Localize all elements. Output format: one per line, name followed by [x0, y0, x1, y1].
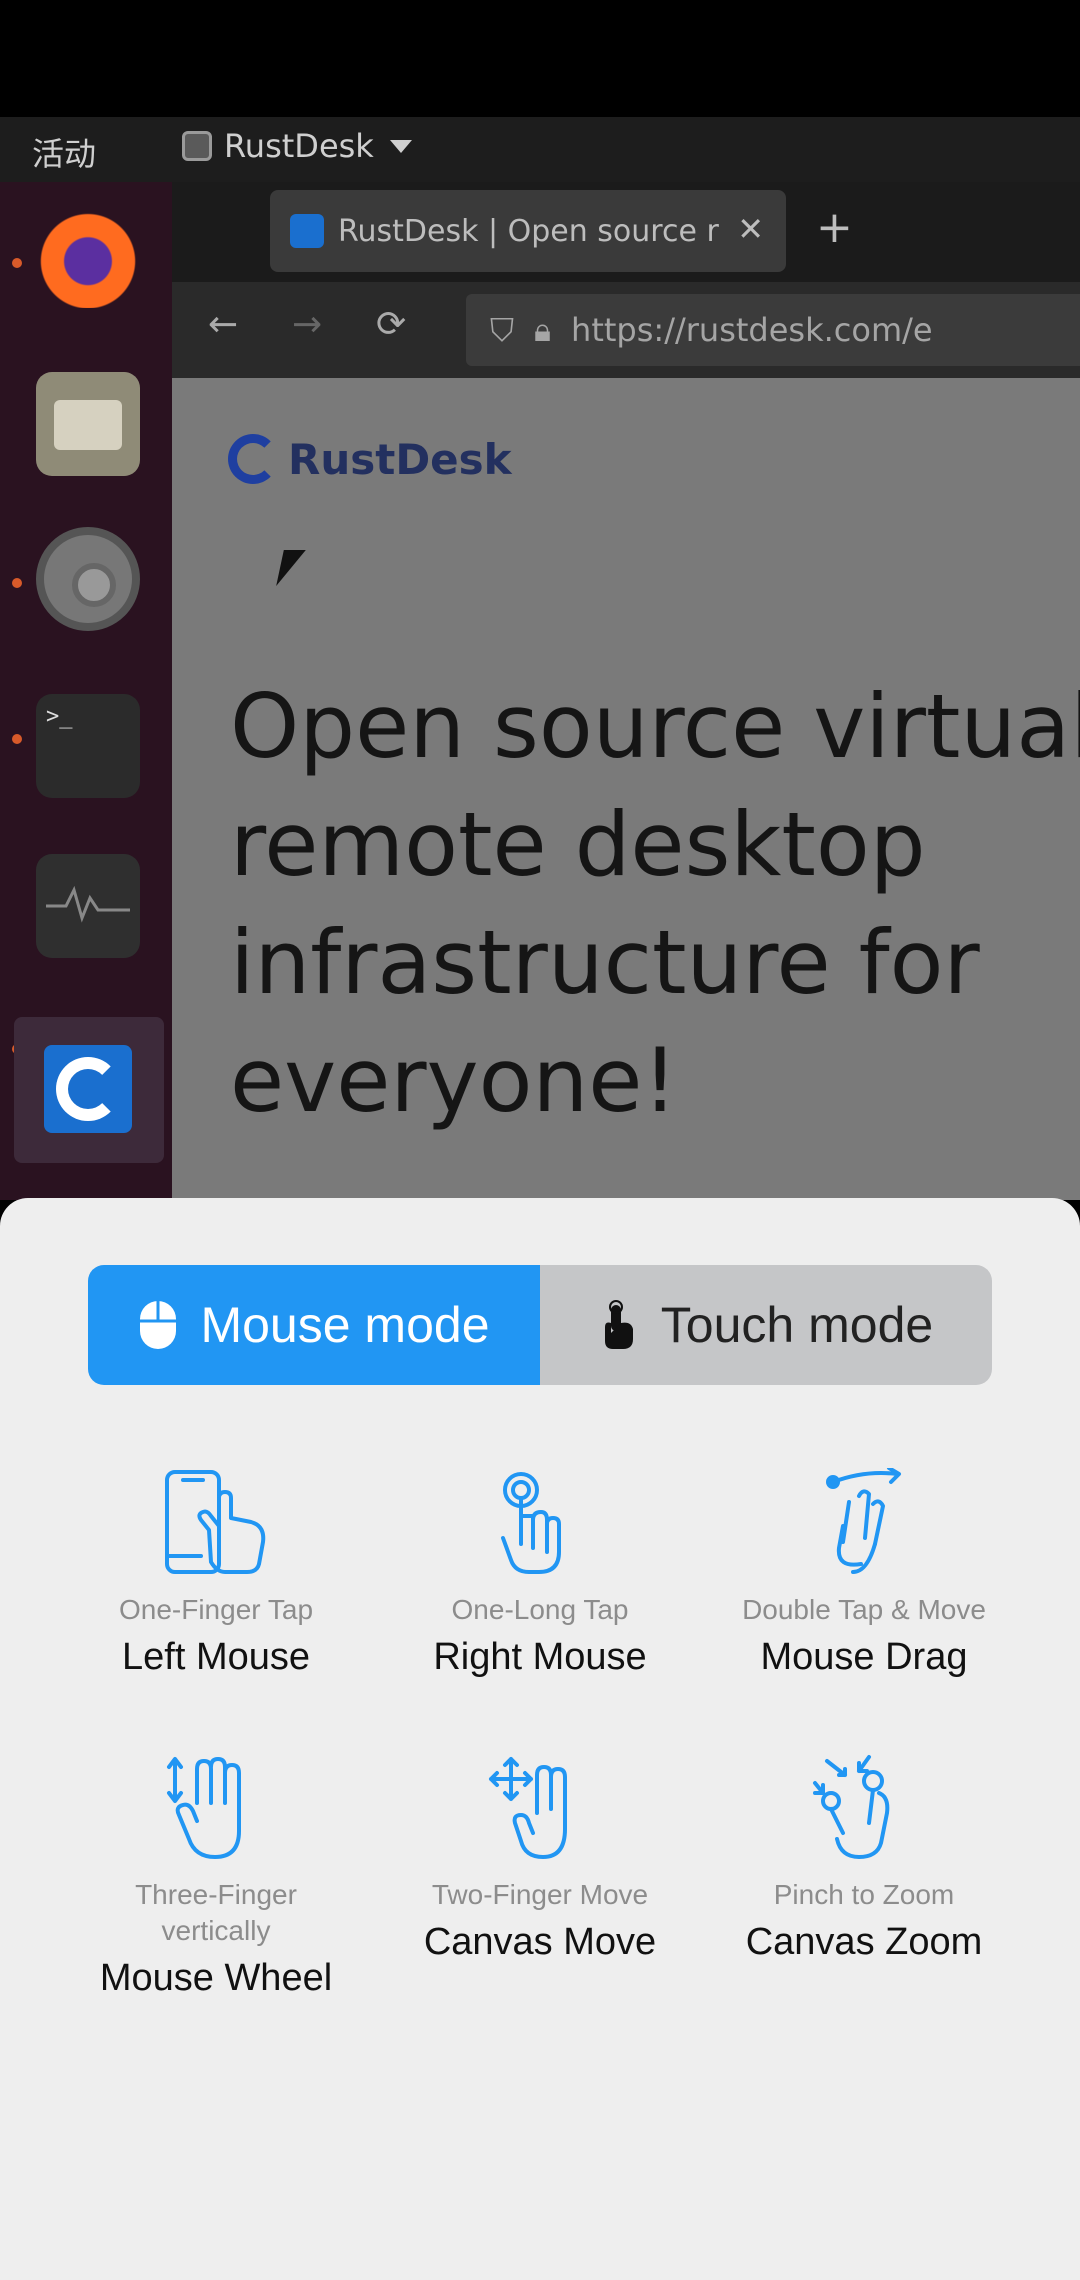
app-menu[interactable]: RustDesk: [182, 127, 412, 165]
files-icon[interactable]: [36, 372, 140, 476]
rustdesk-app-icon: [182, 131, 212, 161]
app-menu-label: RustDesk: [224, 127, 374, 165]
gesture-title: Left Mouse: [122, 1636, 310, 1678]
url-text: https://rustdesk.com/e: [571, 311, 933, 349]
touch-icon: [604, 1300, 633, 1349]
terminal-icon[interactable]: >_: [36, 694, 140, 798]
headline-line: infrastructure for: [230, 911, 980, 1014]
touch-mode-label: Touch mode: [660, 1297, 934, 1353]
gesture-title: Mouse Wheel: [99, 1957, 333, 1999]
gesture-canvas-zoom: Pinch to Zoom Canvas Zoom: [684, 1753, 1044, 1965]
gesture-left-mouse: One-Finger Tap Left Mouse: [36, 1468, 396, 1680]
pinch-zoom-icon: [813, 1755, 890, 1859]
touch-mode-button[interactable]: Touch mode: [540, 1265, 992, 1385]
browser-navbar: ← → ⟳ ⛉ 🔒︎ https://rustdesk.com/e: [172, 282, 1080, 378]
url-bar[interactable]: ⛉ 🔒︎ https://rustdesk.com/e: [466, 294, 1080, 366]
input-mode-toggle[interactable]: Mouse mode Touch mode: [88, 1265, 992, 1385]
running-indicator: [12, 258, 22, 268]
back-icon[interactable]: ←: [208, 304, 238, 345]
gesture-mouse-wheel: Three-Finger vertically Mouse Wheel: [36, 1753, 396, 2001]
long-tap-icon: [501, 1472, 561, 1574]
running-indicator: [12, 734, 22, 744]
activities-button[interactable]: 活动: [32, 129, 96, 175]
headline-line: remote desktop: [230, 793, 926, 896]
gesture-title: Mouse Drag: [760, 1636, 968, 1678]
running-indicator: [12, 578, 22, 588]
gesture-description: Three-Finger vertically: [135, 1879, 297, 1946]
status-bar: [0, 0, 1080, 117]
terminal-prompt: >_: [46, 704, 73, 729]
two-finger-move-icon: [489, 1757, 567, 1859]
tab-title: RustDesk | Open source r: [338, 213, 719, 249]
rustdesk-dock-icon[interactable]: [14, 1017, 164, 1163]
gesture-description: One-Long Tap: [451, 1594, 629, 1625]
browser-tab[interactable]: RustDesk | Open source r ✕: [270, 190, 786, 272]
tab-bar: RustDesk | Open source r ✕ +: [172, 182, 1080, 282]
remote-browser-window[interactable]: RustDesk | Open source r ✕ + ← → ⟳ ⛉ 🔒︎ …: [172, 182, 1080, 1200]
rustdesk-logo[interactable]: RustDesk: [228, 434, 512, 484]
gesture-mouse-drag: Double Tap & Move Mouse Drag: [684, 1468, 1044, 1680]
forward-icon[interactable]: →: [292, 304, 322, 345]
settings-icon[interactable]: [36, 527, 140, 631]
mouse-mode-button[interactable]: Mouse mode: [88, 1265, 540, 1385]
gesture-description: One-Finger Tap: [118, 1594, 314, 1625]
three-finger-icon: [167, 1757, 241, 1859]
remote-session-screen: 活动 RustDesk >_ RustDesk | Open source r …: [0, 0, 1080, 2280]
system-monitor-icon[interactable]: [36, 854, 140, 958]
gesture-title: Right Mouse: [433, 1636, 647, 1678]
gesture-title: Canvas Zoom: [745, 1921, 983, 1963]
gesture-description: Pinch to Zoom: [773, 1879, 955, 1910]
rustdesk-logo-icon: [228, 434, 278, 484]
firefox-icon[interactable]: [36, 204, 140, 308]
headline-line: everyone!: [230, 1029, 678, 1132]
brand-name: RustDesk: [288, 434, 512, 484]
shield-icon: ⛉: [490, 310, 515, 349]
gesture-right-mouse: One-Long Tap Right Mouse: [360, 1468, 720, 1680]
lock-icon: 🔒︎: [534, 310, 552, 349]
headline-line: Open source virtual: [230, 675, 1080, 778]
gesture-canvas-move: Two-Finger Move Canvas Move: [360, 1753, 720, 1965]
gesture-description: Double Tap & Move: [742, 1594, 986, 1625]
gesture-description: Two-Finger Move: [431, 1879, 649, 1910]
close-tab-icon[interactable]: ✕: [737, 210, 764, 248]
gesture-title: Canvas Move: [423, 1921, 657, 1963]
gesture-help-sheet: Mouse mode Touch mode One-Finger Tap Lef…: [0, 1198, 1080, 2280]
remote-dock[interactable]: >_: [0, 182, 172, 1200]
phone-tap-icon: [165, 1470, 266, 1574]
web-page[interactable]: RustDesk Open source virtual remote desk…: [172, 378, 1080, 1200]
page-headline: Open source virtual remote desktop infra…: [230, 668, 1080, 1140]
caret-down-icon: [389, 139, 412, 153]
reload-icon[interactable]: ⟳: [376, 304, 406, 345]
double-tap-move-icon: [826, 1468, 901, 1574]
mouse-icon: [140, 1301, 177, 1349]
remote-topbar[interactable]: 活动 RustDesk: [0, 117, 1080, 182]
rustdesk-favicon-icon: [290, 214, 324, 248]
remote-cursor-icon: [276, 550, 306, 586]
new-tab-button[interactable]: +: [816, 202, 853, 253]
mouse-mode-label: Mouse mode: [200, 1297, 490, 1353]
